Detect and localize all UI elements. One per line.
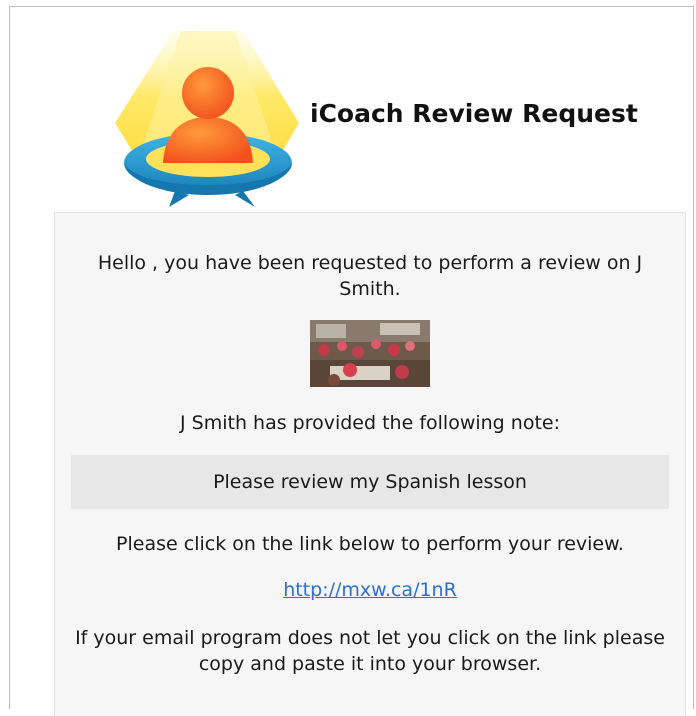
review-request-card: Hello , you have been requested to perfo… [54, 212, 686, 716]
greeting-text: Hello , you have been requested to perfo… [97, 252, 643, 300]
fallback-instruction-text: If your email program does not let you c… [75, 627, 665, 675]
email-frame: iCoach Review Request Hello , you have b… [9, 6, 694, 716]
reviewer-note: Please review my Spanish lesson [71, 455, 669, 509]
note-intro-text: J Smith has provided the following note: [180, 412, 560, 434]
icoach-logo-icon [115, 31, 301, 207]
instruction-text: Please click on the link below to perfor… [116, 533, 624, 555]
review-link-row: http://mxw.ca/1nR [55, 577, 685, 603]
page-title: iCoach Review Request [310, 99, 638, 128]
review-link[interactable]: http://mxw.ca/1nR [283, 579, 457, 601]
classroom-video-thumbnail[interactable] [310, 320, 430, 387]
